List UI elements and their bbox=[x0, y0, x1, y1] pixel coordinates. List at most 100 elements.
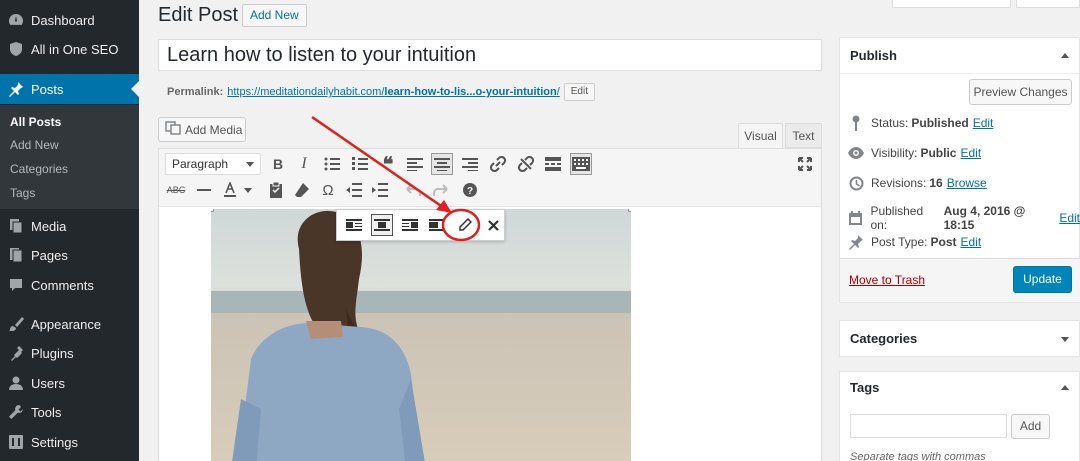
tag-hint: Separate tags with commas bbox=[850, 451, 986, 461]
submenu-all-posts[interactable]: All Posts bbox=[10, 115, 61, 129]
paste-text-button[interactable] bbox=[265, 179, 287, 201]
admin-sidebar: Dashboard All in One SEO Posts All Posts… bbox=[0, 0, 139, 461]
eraser-icon bbox=[295, 183, 309, 197]
sidebar-item-media[interactable]: Media bbox=[0, 211, 139, 241]
text-color-dropdown[interactable] bbox=[242, 179, 254, 201]
omega-icon: Ω bbox=[322, 181, 334, 199]
bold-button[interactable]: B bbox=[267, 153, 289, 175]
sidebar-item-seo[interactable]: All in One SEO bbox=[0, 34, 139, 64]
collapse-arrow-icon bbox=[1061, 53, 1069, 58]
editor-content[interactable] bbox=[159, 207, 821, 461]
sidebar-item-pages[interactable]: Pages bbox=[0, 240, 139, 270]
image-edit-button[interactable] bbox=[454, 214, 476, 236]
submenu-categories[interactable]: Categories bbox=[10, 162, 68, 176]
outdent-button[interactable] bbox=[343, 179, 365, 201]
image-no-align-button[interactable] bbox=[427, 214, 449, 236]
help-button[interactable]: ? bbox=[459, 179, 481, 201]
post-title-input[interactable] bbox=[158, 39, 822, 71]
publish-heading[interactable]: Publish bbox=[840, 38, 1079, 74]
image-align-left-button[interactable] bbox=[343, 214, 365, 236]
sidebar-item-comments[interactable]: Comments bbox=[0, 270, 139, 300]
clear-formatting-button[interactable] bbox=[291, 179, 313, 201]
post-image[interactable] bbox=[211, 209, 631, 461]
help-icon: ? bbox=[463, 183, 477, 197]
preview-changes-button[interactable]: Preview Changes bbox=[969, 79, 1072, 105]
status-edit-link[interactable]: Edit bbox=[973, 116, 994, 130]
strikethrough-icon: ABC bbox=[166, 185, 186, 195]
read-more-icon bbox=[545, 157, 561, 171]
read-more-button[interactable] bbox=[542, 153, 564, 175]
wrench-icon bbox=[8, 404, 24, 420]
toolbar-toggle-button[interactable] bbox=[570, 153, 592, 175]
horizontal-line-icon bbox=[197, 189, 211, 191]
move-to-trash-link[interactable]: Move to Trash bbox=[849, 273, 925, 287]
fullscreen-icon bbox=[798, 157, 812, 171]
indent-icon bbox=[372, 183, 388, 197]
sidebar-item-label: Dashboard bbox=[31, 12, 95, 28]
remove-link-button[interactable] bbox=[515, 153, 537, 175]
submenu-add-new[interactable]: Add New bbox=[10, 138, 59, 152]
blockquote-button[interactable]: ❝ bbox=[377, 153, 399, 176]
tags-heading[interactable]: Tags bbox=[840, 372, 1079, 404]
permalink-link[interactable]: https://meditationdailyhabit.com/learn-h… bbox=[227, 86, 560, 98]
submenu-tags[interactable]: Tags bbox=[10, 186, 35, 200]
align-left-button[interactable] bbox=[404, 153, 426, 175]
add-new-button[interactable]: Add New bbox=[242, 4, 307, 27]
strikethrough-button[interactable]: ABC bbox=[165, 179, 187, 201]
post-type-row: Post Type: Post Edit bbox=[848, 234, 981, 250]
special-character-button[interactable]: Ω bbox=[317, 179, 339, 201]
posts-submenu: All Posts Add New Categories Tags bbox=[0, 105, 139, 209]
image-remove-button[interactable] bbox=[482, 214, 504, 236]
sidebar-item-label: Media bbox=[31, 218, 67, 234]
bullet-list-button[interactable] bbox=[321, 153, 343, 175]
indent-button[interactable] bbox=[369, 179, 391, 201]
permalink-edit-button[interactable]: Edit bbox=[563, 83, 595, 101]
browse-revisions-link[interactable]: Browse bbox=[947, 176, 987, 190]
add-media-button[interactable]: Add Media bbox=[158, 117, 246, 142]
tab-text[interactable]: Text bbox=[785, 123, 822, 148]
calendar-icon bbox=[848, 210, 863, 226]
undo-button[interactable] bbox=[403, 179, 425, 201]
editor-toolbar: Paragraph B I ❝ ABC Ω ? bbox=[159, 149, 821, 207]
sidebar-item-appearance[interactable]: Appearance bbox=[0, 309, 139, 339]
sidebar-item-settings[interactable]: Settings bbox=[0, 427, 139, 457]
categories-heading[interactable]: Categories bbox=[840, 321, 1079, 357]
insert-link-button[interactable] bbox=[487, 153, 509, 175]
sidebar-item-label: Users bbox=[31, 375, 65, 391]
sidebar-item-plugins[interactable]: Plugins bbox=[0, 338, 139, 368]
image-toolbar bbox=[336, 209, 505, 241]
sidebar-item-label: Posts bbox=[31, 81, 64, 97]
sidebar-item-users[interactable]: Users bbox=[0, 368, 139, 398]
outdent-icon bbox=[346, 183, 362, 197]
distraction-free-button[interactable] bbox=[794, 153, 816, 175]
align-center-icon bbox=[434, 158, 450, 171]
help-tab[interactable] bbox=[1016, 0, 1080, 8]
sidebar-item-posts[interactable]: Posts bbox=[0, 74, 139, 104]
undo-icon bbox=[406, 184, 421, 196]
horizontal-line-button[interactable] bbox=[193, 179, 215, 201]
post-type-edit-link[interactable]: Edit bbox=[961, 235, 982, 249]
text-color-button[interactable] bbox=[219, 179, 241, 201]
pin-icon bbox=[8, 81, 24, 97]
tag-input[interactable] bbox=[850, 414, 1007, 438]
add-tag-button[interactable]: Add bbox=[1011, 414, 1050, 439]
italic-button[interactable]: I bbox=[293, 153, 315, 175]
numbered-list-button[interactable] bbox=[349, 153, 371, 175]
image-align-right-button[interactable] bbox=[399, 214, 421, 236]
format-select[interactable]: Paragraph bbox=[165, 153, 261, 175]
resize-handle[interactable] bbox=[628, 209, 631, 212]
tab-visual[interactable]: Visual bbox=[738, 123, 783, 148]
visibility-edit-link[interactable]: Edit bbox=[960, 146, 981, 160]
redo-button[interactable] bbox=[429, 179, 451, 201]
image-align-center-button[interactable] bbox=[370, 214, 393, 236]
published-edit-link[interactable]: Edit bbox=[1059, 211, 1080, 225]
screen-options-tab[interactable] bbox=[892, 0, 1011, 8]
page-title: Edit Post bbox=[158, 4, 239, 26]
sidebar-item-tools[interactable]: Tools bbox=[0, 397, 139, 427]
update-button[interactable]: Update bbox=[1013, 266, 1072, 293]
sidebar-item-dashboard[interactable]: Dashboard bbox=[0, 5, 139, 35]
resize-handle[interactable] bbox=[211, 209, 214, 212]
link-icon bbox=[490, 156, 506, 172]
align-right-button[interactable] bbox=[459, 153, 481, 175]
align-center-button[interactable] bbox=[431, 153, 453, 175]
